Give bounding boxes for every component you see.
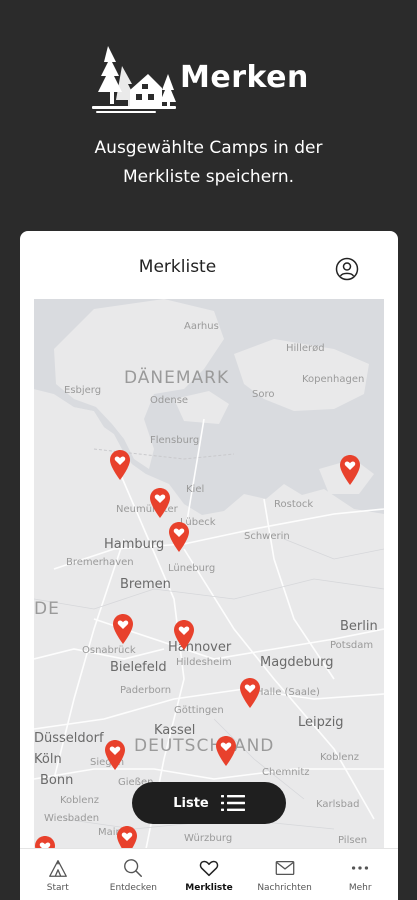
liste-button[interactable]: Liste	[132, 782, 286, 824]
map-label: Würzburg	[184, 833, 233, 844]
hero-banner: Merken Ausgewählte Camps in der Merklist…	[0, 0, 417, 230]
hero-subtitle-line1: Ausgewählte Camps in der	[94, 138, 323, 158]
map-label: Wiesbaden	[44, 813, 100, 824]
hero-subtitle-line2: Merkliste speichern.	[122, 167, 295, 187]
map-view[interactable]: Aarhus Hillerød DÄNEMARK Esbjerg Kopenha…	[34, 299, 384, 859]
map-label: Hildesheim	[176, 657, 232, 668]
map-label: Lüneburg	[168, 563, 216, 574]
tab-entdecken-label: Entdecken	[109, 883, 158, 893]
map-city-label: Hamburg	[104, 537, 165, 552]
map-city-label: Magdeburg	[260, 655, 334, 670]
map-label: Düsseldorf	[34, 731, 104, 746]
tab-mehr[interactable]: Mehr	[322, 849, 398, 900]
map-label: Göttingen	[174, 705, 224, 716]
map-label: Koblenz	[320, 752, 360, 763]
map-label: Kiel	[186, 484, 205, 495]
map-label: Schwerin	[244, 531, 290, 542]
map-label: Koblenz	[60, 795, 100, 806]
map-country-label: DE	[34, 599, 60, 619]
tab-merkliste[interactable]: Merkliste	[171, 849, 247, 900]
hero-title: Merken	[180, 60, 309, 95]
map-label: Hillerød	[286, 343, 325, 354]
map-label: Kopenhagen	[302, 374, 365, 385]
map-city-label: Leipzig	[298, 715, 344, 730]
search-icon	[124, 859, 143, 877]
more-icon	[352, 866, 369, 870]
liste-button-label: Liste	[173, 795, 209, 811]
app-header: Merkliste	[20, 231, 398, 299]
map-city-label: Bremen	[120, 577, 171, 592]
map-label: Flensburg	[150, 435, 200, 446]
camp-pin[interactable]	[168, 521, 190, 553]
map-city-label: Berlin	[340, 619, 378, 634]
map-label: Karlsbad	[316, 799, 360, 810]
camp-pin[interactable]	[112, 613, 134, 645]
map-label: Bonn	[40, 773, 74, 788]
map-label: Bremerhaven	[66, 557, 134, 568]
tab-nachrichten[interactable]: Nachrichten	[247, 849, 323, 900]
map-label: Soro	[252, 389, 275, 400]
map-label: Halle (Saale)	[256, 687, 320, 698]
camp-pin[interactable]	[149, 487, 171, 519]
page-title: Merkliste	[138, 257, 217, 277]
camp-pin[interactable]	[215, 735, 237, 767]
tent-icon	[48, 860, 67, 877]
map-country-label: DEUTSCHLAND	[134, 736, 275, 756]
map-label: Osnabrück	[82, 645, 136, 656]
map-label: Aarhus	[184, 321, 219, 332]
map-label: Rostock	[274, 499, 314, 510]
mail-icon	[275, 860, 294, 876]
map-label: Potsdam	[330, 640, 374, 651]
tab-nachrichten-label: Nachrichten	[257, 883, 312, 893]
map-label: Odense	[150, 395, 189, 406]
tab-start-label: Start	[46, 883, 69, 893]
map-label: Esbjerg	[64, 385, 102, 396]
camp-pin[interactable]	[173, 619, 195, 651]
map-label: Chemnitz	[262, 767, 310, 778]
hero-subtitle: Ausgewählte Camps in der Merkliste speic…	[40, 134, 377, 192]
map-city-label: Köln	[34, 752, 62, 767]
camp-pin[interactable]	[109, 449, 131, 481]
camp-pin[interactable]	[339, 454, 361, 486]
map-country-label: DÄNEMARK	[124, 368, 230, 388]
map-city-label: Bielefeld	[110, 660, 167, 675]
tab-mehr-label: Mehr	[348, 883, 372, 893]
map-label: Pilsen	[338, 835, 368, 846]
camp-logo-icon	[92, 46, 176, 113]
tab-start[interactable]: Start	[20, 849, 96, 900]
list-icon	[220, 795, 245, 811]
camp-pin[interactable]	[239, 677, 261, 709]
bottom-tab-bar: Start Entdecken Merkliste Nachrichten Me…	[20, 848, 398, 900]
map-label: Paderborn	[120, 685, 172, 696]
tab-entdecken[interactable]: Entdecken	[96, 849, 172, 900]
heart-icon	[199, 860, 219, 877]
user-circle-icon[interactable]	[335, 257, 359, 281]
phone-screen: Merkliste Aarhus Hillerød DÄNEMARK Esbje…	[20, 231, 398, 900]
tab-merkliste-label: Merkliste	[185, 883, 233, 893]
camp-pin[interactable]	[104, 739, 126, 771]
